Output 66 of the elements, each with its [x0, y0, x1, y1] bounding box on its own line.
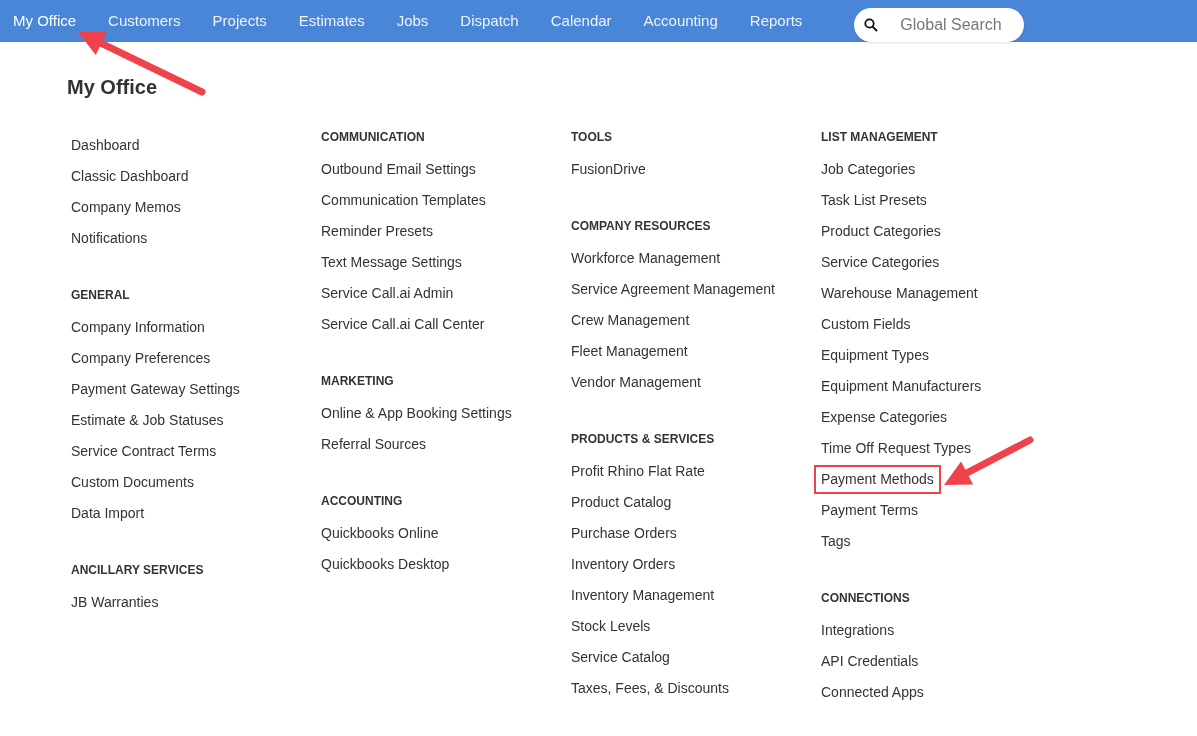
menu-link[interactable]: Reminder Presets [321, 221, 434, 242]
menu-link[interactable]: Payment Terms [821, 500, 918, 521]
menu-link[interactable]: Job Categories [821, 159, 916, 180]
menu-link[interactable]: Service Catalog [571, 647, 670, 668]
menu-link[interactable]: Classic Dashboard [71, 166, 189, 187]
search-field[interactable]: Global Search [854, 8, 1025, 42]
menu-link[interactable]: Quickbooks Online [321, 523, 439, 544]
menu-link[interactable]: Task List Presets [821, 190, 927, 211]
menu-link[interactable]: Service Contract Terms [71, 441, 217, 462]
menu-link[interactable]: FusionDrive [571, 159, 646, 180]
menu-link[interactable]: Payment Methods [814, 465, 941, 494]
nav-tab[interactable]: My Office [5, 0, 85, 42]
menu-link[interactable]: Service Agreement Management [571, 279, 775, 300]
menu-link[interactable]: Time Off Request Types [821, 438, 971, 459]
menu-link[interactable]: Online & App Booking Settings [321, 403, 512, 424]
section-heading: GENERAL [71, 287, 131, 304]
section-heading: TOOLS [571, 129, 614, 146]
menu-link[interactable]: Company Preferences [71, 348, 211, 369]
menu-link[interactable]: Custom Documents [71, 472, 194, 493]
menu-link[interactable]: Communication Templates [321, 190, 486, 211]
search-icon [864, 18, 879, 32]
section-heading: PRODUCTS & SERVICES [571, 431, 716, 448]
menu-link[interactable]: Inventory Management [571, 585, 715, 606]
section-heading: MARKETING [321, 373, 395, 390]
menu-link[interactable]: Expense Categories [821, 407, 948, 428]
menu-link[interactable]: API Credentials [821, 651, 919, 672]
page-title: My Office [67, 75, 159, 100]
menu-link[interactable]: Service Categories [821, 252, 940, 273]
menu-link[interactable]: Dashboard [71, 135, 140, 156]
menu-link[interactable]: Service Call.ai Admin [321, 283, 454, 304]
menu-link[interactable]: Company Memos [71, 197, 181, 218]
menu-link[interactable]: Crew Management [571, 310, 690, 331]
menu-link[interactable]: Product Categories [821, 221, 941, 242]
menu-link[interactable]: Equipment Types [821, 345, 929, 366]
menu-link[interactable]: Service Call.ai Call Center [321, 314, 485, 335]
menu-link[interactable]: Workforce Management [571, 248, 721, 269]
menu-link[interactable]: Taxes, Fees, & Discounts [571, 678, 729, 699]
menu-link[interactable]: Connected Apps [821, 682, 924, 703]
menu-link[interactable]: Profit Rhino Flat Rate [571, 461, 705, 482]
menu-link[interactable]: Inventory Orders [571, 554, 676, 575]
menu-link[interactable]: Stock Levels [571, 616, 651, 637]
section-heading: LIST MANAGEMENT [821, 129, 939, 146]
menu-link[interactable]: Company Information [71, 317, 205, 338]
menu-link[interactable]: Quickbooks Desktop [321, 554, 450, 575]
menu-link[interactable]: Equipment Manufacturers [821, 376, 982, 397]
menu-link[interactable]: Product Catalog [571, 492, 672, 513]
menu-link[interactable]: Data Import [71, 503, 145, 524]
menu-link[interactable]: Warehouse Management [821, 283, 978, 304]
menu-link[interactable]: Tags [821, 531, 851, 552]
section-heading: ANCILLARY SERVICES [71, 562, 205, 579]
menu-link[interactable]: JB Warranties [71, 592, 159, 613]
section-heading: CONNECTIONS [821, 590, 911, 607]
menu-link[interactable]: Fleet Management [571, 341, 688, 362]
menu-link[interactable]: Custom Fields [821, 314, 911, 335]
section-heading: COMMUNICATION [321, 129, 426, 146]
menu-link[interactable]: Text Message Settings [321, 252, 462, 273]
section-heading: COMPANY RESOURCES [571, 218, 712, 235]
menu-link[interactable]: Payment Gateway Settings [71, 379, 240, 400]
menu-link[interactable]: Vendor Management [571, 372, 701, 393]
menu-link[interactable]: Purchase Orders [571, 523, 677, 544]
menu-link[interactable]: Outbound Email Settings [321, 159, 476, 180]
menu-link[interactable]: Referral Sources [321, 434, 427, 455]
section-heading: ACCOUNTING [321, 493, 404, 510]
menu-link[interactable]: Estimate & Job Statuses [71, 410, 224, 431]
menu-link[interactable]: Notifications [71, 228, 148, 249]
menu-link[interactable]: Integrations [821, 620, 895, 641]
